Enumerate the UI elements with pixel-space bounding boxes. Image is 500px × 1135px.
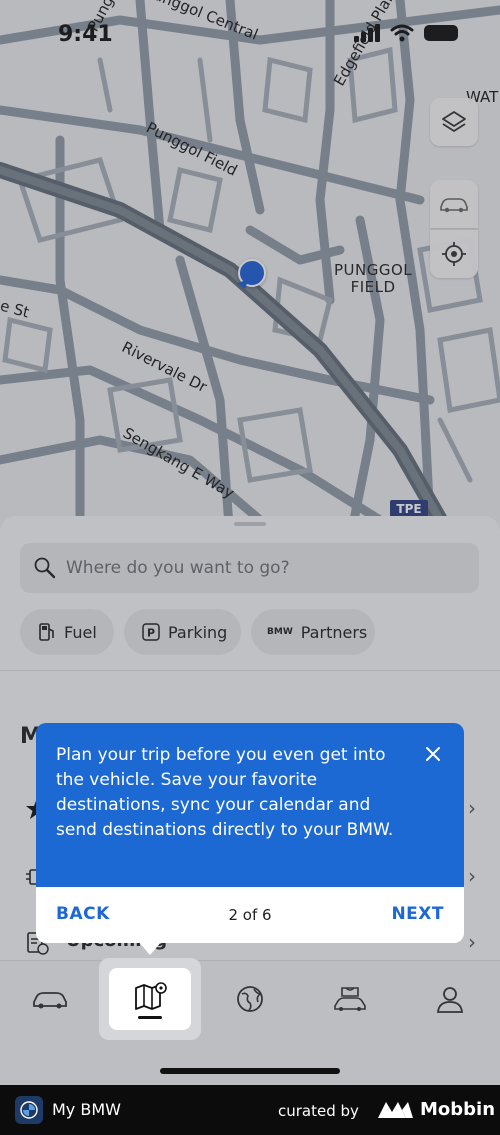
sheet-grabber[interactable] — [234, 522, 266, 526]
tooltip-message: Plan your trip before you even get into … — [56, 745, 394, 840]
status-time: 9:41 — [58, 22, 113, 47]
parking-chip[interactable]: P Parking — [124, 609, 241, 655]
district-label: PUNGGOL FIELD — [334, 262, 412, 296]
curated-by-label: curated by — [278, 1102, 359, 1120]
bmw-logo-icon — [20, 1101, 38, 1119]
fuel-chip-label: Fuel — [64, 622, 97, 642]
tab-map[interactable] — [109, 968, 191, 1030]
crosshair-icon — [442, 242, 466, 266]
layers-button[interactable] — [430, 98, 478, 146]
chevron-right-icon[interactable]: › — [468, 796, 476, 820]
next-button[interactable]: NEXT — [391, 904, 444, 924]
close-icon[interactable] — [424, 745, 442, 763]
district-label-line1: PUNGGOL — [334, 261, 413, 279]
parking-icon: P — [142, 623, 160, 641]
chevron-right-icon[interactable]: › — [468, 864, 476, 888]
district-label-line2: FIELD — [350, 278, 396, 296]
app-name: My BMW — [52, 1100, 121, 1119]
active-tab-indicator — [138, 1016, 162, 1019]
attribution-footer: My BMW curated by Mobbin — [0, 1085, 500, 1135]
home-indicator — [160, 1068, 340, 1074]
mobbin-brand: Mobbin — [420, 1099, 496, 1120]
map-view[interactable]: Punggol Pl Punggol Central Edgefield Pla… — [0, 0, 500, 540]
search-icon — [34, 557, 56, 579]
fuel-pump-icon — [38, 622, 56, 642]
bmw-partners-icon: BMW — [267, 627, 293, 637]
map-pin-icon — [135, 982, 167, 1010]
my-location-button[interactable] — [430, 229, 478, 278]
app-icon — [15, 1096, 43, 1124]
signal-icon — [354, 24, 380, 42]
battery-icon — [424, 25, 458, 41]
tooltip-pointer — [138, 941, 162, 955]
status-icons — [354, 24, 458, 42]
chevron-right-icon[interactable]: › — [468, 930, 476, 954]
mobbin-logo-icon — [378, 1102, 413, 1118]
status-bar: 9:41 — [0, 0, 500, 70]
search-input[interactable]: Where do you want to go? — [20, 543, 479, 593]
onboarding-tooltip: Plan your trip before you even get into … — [36, 723, 464, 955]
parking-chip-label: Parking — [168, 622, 228, 642]
tab-spotlight — [0, 958, 500, 1085]
partners-chip[interactable]: BMW Partners — [251, 609, 375, 655]
app-screen: Punggol Pl Punggol Central Edgefield Pla… — [0, 0, 500, 1085]
svg-text:P: P — [147, 627, 155, 640]
tooltip-body: Plan your trip before you even get into … — [36, 723, 464, 887]
wifi-icon — [390, 24, 414, 42]
layers-icon — [442, 111, 466, 132]
fuel-chip[interactable]: Fuel — [20, 609, 114, 655]
partners-chip-label: Partners — [300, 622, 368, 642]
search-placeholder: Where do you want to go? — [66, 558, 290, 578]
car-icon — [440, 198, 468, 213]
tooltip-footer: BACK 2 of 6 NEXT — [36, 887, 464, 943]
sheet-divider — [0, 670, 500, 671]
vehicle-location-button[interactable] — [430, 180, 478, 228]
